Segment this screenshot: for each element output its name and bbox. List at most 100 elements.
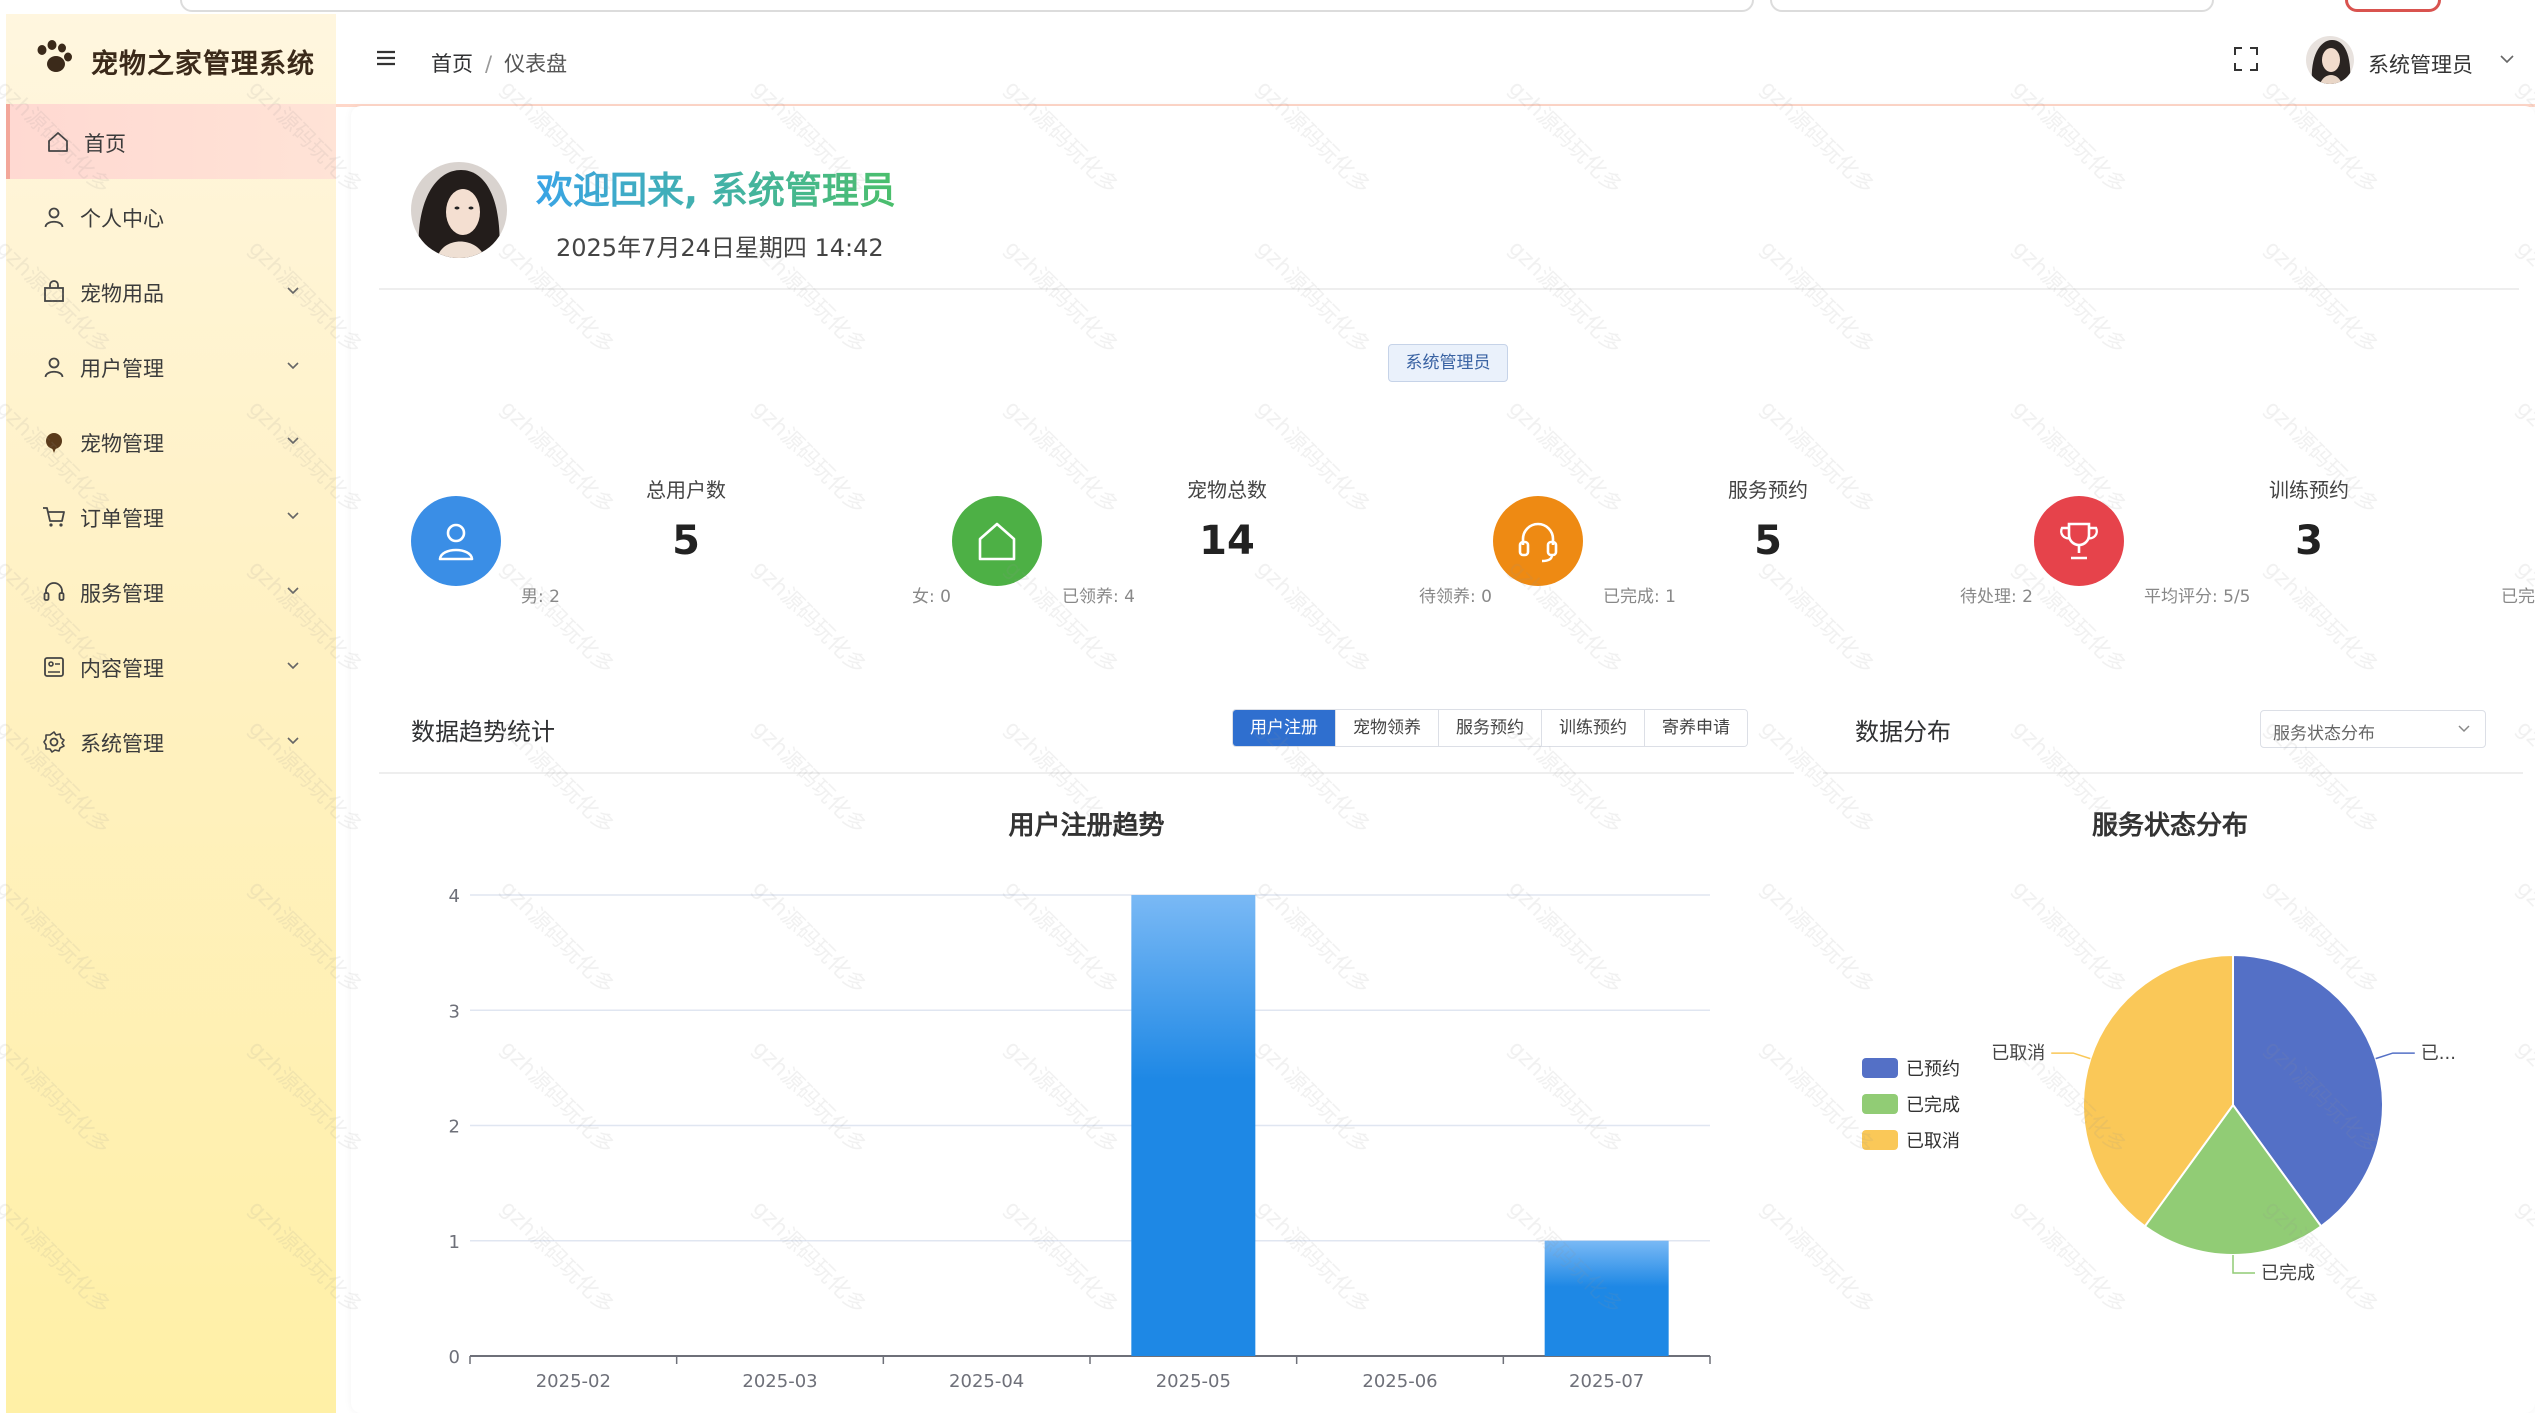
sidebar-item-users[interactable]: 用户管理: [6, 329, 336, 404]
sidebar-item-label: 个人中心: [80, 207, 164, 231]
breadcrumb-current: 仪表盘: [504, 52, 568, 76]
sidebar-item-orders[interactable]: 订单管理: [6, 479, 336, 554]
browser-chrome: [0, 0, 2535, 14]
address-bar[interactable]: [180, 0, 1754, 12]
sidebar-item-profile[interactable]: 个人中心: [6, 179, 336, 254]
breadcrumb-home[interactable]: 首页: [431, 52, 473, 76]
stat-sub-left: 已领养: 4: [1062, 587, 1135, 607]
legend-swatch: [1862, 1058, 1898, 1078]
sidebar-item-home[interactable]: 首页: [6, 104, 336, 179]
y-tick-label: 1: [449, 1232, 460, 1253]
tab-pet-adoption[interactable]: 宠物领养: [1336, 710, 1439, 746]
sidebar-item-label: 服务管理: [80, 582, 164, 606]
gear-icon: [43, 731, 65, 753]
menu-toggle-icon[interactable]: [376, 49, 396, 67]
tab-training-booking[interactable]: 训练预约: [1542, 710, 1645, 746]
legend-label: 已完成: [1906, 1095, 1960, 1116]
x-tick-label: 2025-05: [1156, 1371, 1231, 1392]
welcome-date: 2025年7月24日星期四 14:42: [556, 234, 884, 262]
sidebar-item-pets[interactable]: 宠物管理: [6, 404, 336, 479]
stat-label: 宠物总数: [1187, 478, 1267, 502]
pie-label-line: [2051, 1052, 2091, 1060]
sidebar-item-content[interactable]: 内容管理: [6, 629, 336, 704]
bar-chart: 0 1 2 3 4 2025-02 2025-03 2025-04 2025-05 2025-06…: [449, 886, 1711, 1392]
legend-label: 已取消: [1906, 1131, 1960, 1152]
home-icon: [48, 132, 68, 152]
pie-slice-label: 已完成: [2261, 1263, 2315, 1284]
distribution-section-title: 数据分布: [1855, 718, 1951, 746]
user-icon: [44, 207, 64, 228]
chevron-down-icon: [287, 587, 299, 595]
tab-boarding-request[interactable]: 寄养申请: [1645, 710, 1747, 746]
sidebar-item-system[interactable]: 系统管理: [6, 704, 336, 779]
fullscreen-icon[interactable]: [2233, 46, 2259, 72]
cart-icon: [43, 507, 65, 527]
x-tick-label: 2025-03: [742, 1371, 817, 1392]
sidebar-item-label: 系统管理: [80, 732, 164, 756]
stat-sub-right: 待领养: 0: [1419, 587, 1492, 607]
stat-sub-left: 男: 2: [521, 587, 560, 607]
legend-label: 已预约: [1906, 1059, 1960, 1080]
y-tick-label: 2: [449, 1117, 460, 1138]
browser-button[interactable]: [2345, 0, 2441, 12]
user-name[interactable]: 系统管理员: [2368, 49, 2473, 79]
chevron-down-icon: [287, 512, 299, 520]
chevron-down-icon: [287, 287, 299, 295]
stat-sub-right: 已完成: 2: [2501, 587, 2535, 607]
sidebar: 宠物之家管理系统 首页 个人中心 宠物用品 用户管理 宠物管理 订单管理 服务管…: [6, 14, 336, 1413]
stat-label: 总用户数: [646, 478, 726, 502]
headset-icon: [43, 582, 65, 601]
sidebar-item-pet-supplies[interactable]: 宠物用品: [6, 254, 336, 329]
sidebar-item-label: 用户管理: [80, 357, 164, 381]
role-badge: 系统管理员: [1388, 344, 1508, 382]
legend-swatch: [1862, 1094, 1898, 1114]
pie-slice-label: 已取消: [1991, 1043, 2045, 1064]
brand[interactable]: 宠物之家管理系统: [6, 14, 336, 102]
y-tick-label: 3: [449, 1001, 460, 1022]
sidebar-item-services[interactable]: 服务管理: [6, 554, 336, 629]
stat-value: 5: [1754, 518, 1782, 564]
sidebar-item-label: 内容管理: [80, 657, 164, 681]
tab-user-register[interactable]: 用户注册: [1233, 710, 1336, 746]
breadcrumb-separator: /: [485, 52, 493, 76]
stat-card-users: 总用户数 5 男: 2 女: 0: [411, 470, 951, 620]
stat-value: 14: [1199, 518, 1255, 564]
avatar[interactable]: [2306, 36, 2354, 84]
bar: [1131, 895, 1256, 1356]
stat-card-training: 训练预约 3 平均评分: 5/5 已完成: 2: [2034, 470, 2535, 620]
distribution-select[interactable]: 服务状态分布: [2260, 710, 2486, 748]
search-bar[interactable]: [1770, 0, 2214, 12]
stat-sub-left: 平均评分: 5/5: [2144, 587, 2251, 607]
x-tick-label: 2025-06: [1362, 1371, 1437, 1392]
trend-section-title: 数据趋势统计: [411, 718, 555, 746]
chevron-down-icon: [2458, 725, 2470, 733]
pie-label-line: [2232, 1255, 2255, 1274]
app-title: 宠物之家管理系统: [91, 49, 315, 80]
x-tick-label: 2025-02: [536, 1371, 611, 1392]
stat-value: 5: [672, 518, 700, 564]
chevron-down-icon[interactable]: [2499, 52, 2515, 66]
pie-chart-title: 服务状态分布: [2091, 811, 2248, 841]
sidebar-item-label: 订单管理: [80, 507, 164, 531]
chevron-down-icon: [287, 437, 299, 445]
breadcrumb: 首页 / 仪表盘: [431, 48, 567, 78]
chevron-down-icon: [287, 737, 299, 745]
tab-service-booking[interactable]: 服务预约: [1439, 710, 1542, 746]
paw-icon: [37, 40, 72, 72]
stat-label: 服务预约: [1728, 478, 1808, 502]
top-header: 首页 / 仪表盘 系统管理员: [336, 14, 2535, 107]
user-icon: [44, 357, 64, 378]
stat-card-services: 服务预约 5 已完成: 1 待处理: 2: [1493, 470, 2033, 620]
pie-label-line: [2375, 1052, 2415, 1060]
content-icon: [44, 657, 64, 677]
sidebar-item-label: 首页: [84, 132, 126, 156]
divider: [379, 772, 1794, 774]
x-tick-label: 2025-04: [949, 1371, 1024, 1392]
sidebar-item-label: 宠物管理: [80, 432, 164, 456]
bar-chart-title: 用户注册趋势: [1008, 811, 1165, 841]
legend-swatch: [1862, 1130, 1898, 1150]
divider: [379, 288, 2519, 290]
stat-label: 训练预约: [2269, 478, 2349, 502]
stat-card-pets: 宠物总数 14 已领养: 4 待领养: 0: [952, 470, 1492, 620]
stat-value: 3: [2295, 518, 2323, 564]
